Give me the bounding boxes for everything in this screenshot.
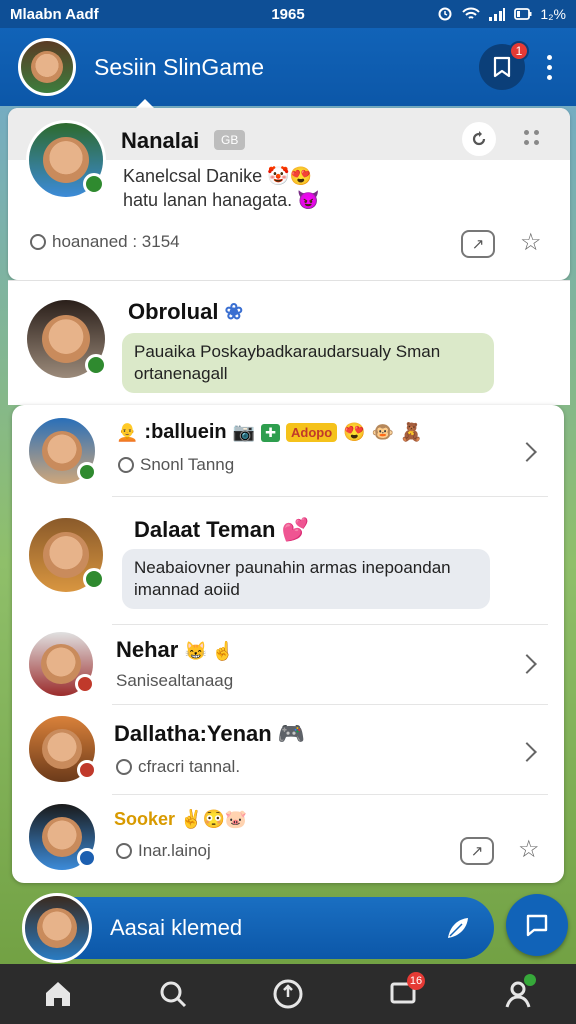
contact-status: Inar.lainoj: [116, 841, 211, 861]
nav-profile[interactable]: [494, 970, 542, 1018]
cta-button[interactable]: Aasai klemed: [22, 893, 494, 963]
contact-avatar[interactable]: [26, 415, 98, 487]
status-icon: [77, 760, 97, 780]
chevron-right-icon[interactable]: [517, 442, 537, 462]
messages-badge: 16: [406, 972, 426, 990]
contact-name: Sooker ✌️😳🐷: [114, 809, 248, 829]
contact-avatar[interactable]: [26, 801, 98, 873]
list-item[interactable]: Dalaat Teman 💕 Neabaiovner paunahin arma…: [12, 497, 564, 625]
featured-meta: hoananed : 3154: [30, 232, 180, 252]
chevron-right-icon[interactable]: [517, 654, 537, 674]
status-ring-icon: [116, 759, 132, 775]
wifi-icon: [462, 7, 481, 19]
list-item[interactable]: Dallatha:Yenan 🎮 cfracri tannal.: [12, 705, 564, 795]
group-chat-card[interactable]: Obrolual ❀ Pauaika Poskaybadkaraudarsual…: [8, 280, 570, 405]
featured-tag: GB: [214, 130, 246, 150]
leaf-icon: [448, 918, 468, 938]
compass-icon: [273, 979, 303, 1009]
chat-list: 🧑‍🦲 :balluein 📷 ✚ Adopo 😍 🐵 🧸 Snonl Tanng …: [12, 405, 564, 883]
contact-name: Dalaat Teman 💕: [134, 517, 309, 542]
carrier-name: Mlaabn Aadf: [10, 5, 99, 23]
list-item[interactable]: 🧑‍🦲 :balluein 📷 ✚ Adopo 😍 🐵 🧸 Snonl Tanng: [12, 405, 564, 497]
contact-header: 🧑‍🦲 :balluein 📷 ✚ Adopo 😍 🐵 🧸: [116, 421, 423, 443]
status-icon: [77, 848, 97, 868]
nav-search[interactable]: [149, 970, 197, 1018]
alarm-icon: [438, 7, 452, 21]
favorite-star-icon[interactable]: ☆: [520, 228, 542, 257]
featured-name: Nanalai: [121, 128, 200, 153]
group-name: Obrolual ❀: [128, 299, 244, 324]
chat-bubble-icon: [526, 914, 548, 937]
status-bar: Mlaabn Aadf 1965 1₂%: [0, 0, 576, 28]
online-status-icon: [83, 568, 105, 590]
app-header: Sesiin SlinGame 1: [0, 28, 576, 106]
verified-icon: ❀: [224, 299, 244, 324]
contact-subtitle: Sanisealtanaag: [116, 671, 234, 690]
nav-home[interactable]: [34, 970, 82, 1018]
message-bubble: Neabaiovner paunahin armas inepoandan im…: [122, 549, 490, 609]
battery-level: 1₂%: [540, 6, 566, 22]
system-icons: 1₂%: [436, 6, 566, 22]
featured-chat-card[interactable]: Nanalai GB Kanelcsal Danike 🤡😍 hatu lana…: [8, 108, 570, 280]
bookmark-icon: [493, 56, 511, 78]
compose-button[interactable]: [506, 894, 568, 956]
app-title: Sesiin SlinGame: [94, 53, 265, 80]
online-status-icon: [77, 462, 97, 482]
more-options-icon[interactable]: [541, 49, 558, 86]
home-icon: [45, 982, 70, 1006]
refresh-icon: [472, 131, 486, 146]
share-button[interactable]: ↗: [461, 230, 495, 258]
contact-name: Nehar 😸 ☝️: [116, 637, 235, 662]
online-status-icon: [83, 173, 105, 195]
signal-icon: [489, 8, 506, 21]
status-icon: [75, 674, 95, 694]
notification-badge: 1: [509, 41, 529, 61]
online-status-icon: [85, 354, 107, 376]
contact-avatar[interactable]: [26, 515, 106, 595]
contact-status: cfracri tannal.: [116, 757, 240, 777]
battery-icon: [514, 8, 532, 20]
list-item[interactable]: Sooker ✌️😳🐷 Inar.lainoj ↗ ☆: [12, 795, 564, 881]
chevron-right-icon[interactable]: [517, 742, 537, 762]
contact-avatar[interactable]: [26, 629, 96, 699]
nav-messages[interactable]: 16: [379, 970, 427, 1018]
refresh-button[interactable]: [462, 122, 496, 156]
cta-label: Aasai klemed: [110, 915, 243, 940]
grid-menu-icon[interactable]: [524, 130, 540, 146]
featured-line-1: Kanelcsal Danike 🤡😍: [123, 166, 312, 186]
group-avatar[interactable]: [24, 297, 108, 381]
bottom-nav: 16: [0, 964, 576, 1024]
status-ring-icon: [118, 457, 134, 473]
list-item[interactable]: Nehar 😸 ☝️ Sanisealtanaag: [12, 625, 564, 705]
clock-icon: [30, 234, 46, 250]
nav-compass[interactable]: [264, 970, 312, 1018]
featured-meta-text: hoananed : 3154: [52, 232, 180, 251]
contact-avatar[interactable]: [26, 713, 98, 785]
contact-name: Dallatha:Yenan 🎮: [114, 721, 306, 746]
user-avatar[interactable]: [18, 38, 76, 96]
online-indicator: [524, 974, 537, 986]
favorite-star-icon[interactable]: ☆: [518, 835, 540, 864]
group-message-bubble: Pauaika Poskaybadkaraudarsualy Sman orta…: [122, 333, 494, 393]
share-button[interactable]: ↗: [460, 837, 494, 865]
featured-line-2: hatu lanan hanagata. 😈: [123, 190, 320, 210]
status-ring-icon: [116, 843, 132, 859]
search-icon: [160, 981, 186, 1008]
cta-avatar: [22, 893, 92, 963]
featured-avatar[interactable]: [26, 120, 106, 200]
bookmark-button[interactable]: 1: [479, 41, 529, 90]
contact-status: Snonl Tanng: [118, 455, 234, 475]
